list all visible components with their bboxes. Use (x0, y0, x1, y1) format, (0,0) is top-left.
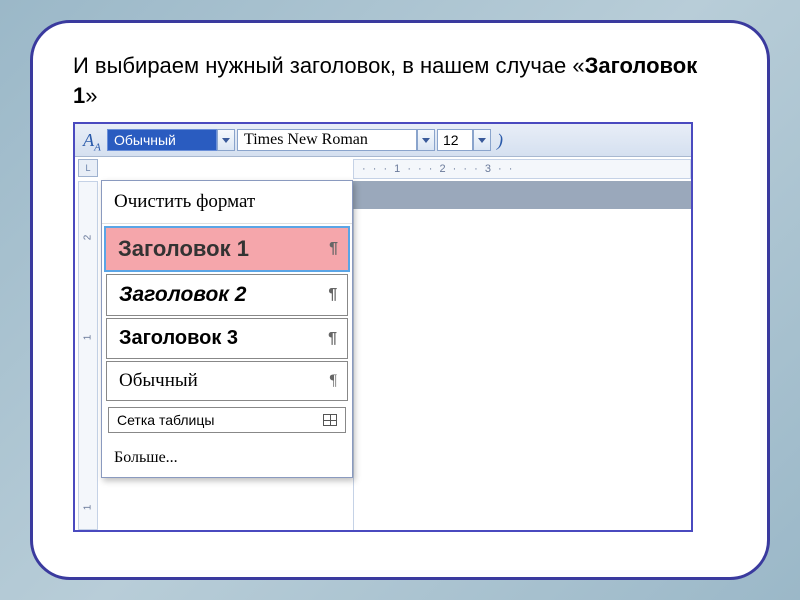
dropdown-item-clear-format[interactable]: Очистить формат (102, 181, 352, 224)
dropdown-item-label: Заголовок 3 (119, 327, 238, 350)
ruler-corner[interactable]: L (78, 159, 98, 177)
instruction-suffix: » (85, 83, 97, 108)
vertical-ruler[interactable]: 2 1 1 (78, 181, 98, 530)
dropdown-item-label: Больше... (114, 449, 178, 467)
pilcrow-icon: ¶ (328, 286, 337, 304)
app-screenshot: AA Обычный Times New Roman 12 ) L · · · … (73, 122, 693, 532)
instruction-text: И выбираем нужный заголовок, в нашем слу… (73, 51, 727, 110)
instruction-prefix: И выбираем нужный заголовок, в нашем слу… (73, 53, 585, 78)
style-combo[interactable]: Обычный (107, 129, 235, 151)
dropdown-item-label: Обычный (119, 370, 198, 392)
size-combo-value[interactable]: 12 (437, 129, 473, 151)
pilcrow-icon: ¶ (330, 372, 337, 390)
dropdown-item-heading-1[interactable]: Заголовок 1 ¶ (104, 226, 350, 272)
ruler-tick: 1 (83, 499, 94, 517)
style-combo-value[interactable]: Обычный (107, 129, 217, 151)
dropdown-item-heading-3[interactable]: Заголовок 3 ¶ (106, 318, 348, 359)
size-combo[interactable]: 12 (437, 129, 491, 151)
dropdown-item-heading-2[interactable]: Заголовок 2 ¶ (106, 274, 348, 316)
table-grid-icon (323, 414, 337, 426)
style-dropdown-menu: Очистить формат Заголовок 1 ¶ Заголовок … (101, 180, 353, 478)
ruler-tick: 1 (83, 329, 94, 347)
horizontal-ruler[interactable]: · · · 1 · · · 2 · · · 3 · · (353, 159, 691, 179)
document-page[interactable] (353, 209, 691, 530)
slide-card: И выбираем нужный заголовок, в нашем слу… (30, 20, 770, 580)
chevron-down-icon (478, 138, 486, 143)
font-combo-dropdown-button[interactable] (417, 129, 435, 151)
ruler-tick: 2 (83, 229, 94, 247)
work-area: L · · · 1 · · · 2 · · · 3 · · 2 1 1 Очис… (75, 157, 691, 530)
size-combo-dropdown-button[interactable] (473, 129, 491, 151)
chevron-down-icon (222, 138, 230, 143)
font-combo[interactable]: Times New Roman (237, 129, 435, 151)
pilcrow-icon: ¶ (329, 240, 338, 258)
font-combo-value[interactable]: Times New Roman (237, 129, 417, 151)
dropdown-item-label: Очистить формат (114, 191, 255, 213)
dropdown-item-label: Сетка таблицы (117, 412, 214, 428)
style-combo-dropdown-button[interactable] (217, 129, 235, 151)
pilcrow-icon: ¶ (328, 330, 337, 348)
dropdown-item-normal[interactable]: Обычный ¶ (106, 361, 348, 401)
chevron-down-icon (422, 138, 430, 143)
formatting-toolbar: AA Обычный Times New Roman 12 ) (75, 124, 691, 157)
dropdown-item-more[interactable]: Больше... (102, 439, 352, 477)
styles-icon[interactable]: AA (79, 128, 105, 152)
dropdown-item-label: Заголовок 2 (119, 283, 246, 307)
dropdown-item-label: Заголовок 1 (118, 236, 249, 262)
toolbar-cutoff: ) (493, 130, 503, 151)
dropdown-item-table-grid[interactable]: Сетка таблицы (108, 407, 346, 433)
page-margin-band (353, 181, 691, 209)
